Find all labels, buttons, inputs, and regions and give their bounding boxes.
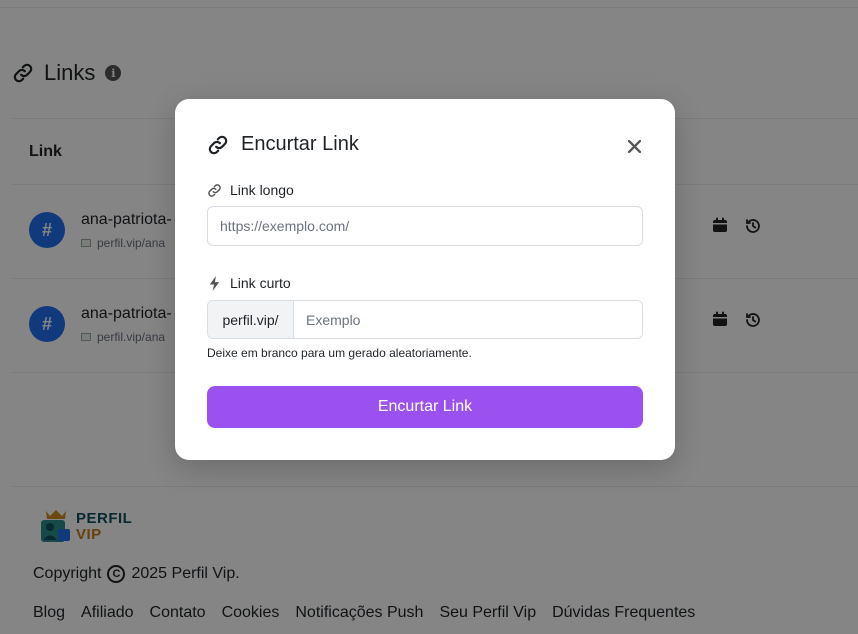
close-icon — [627, 139, 641, 153]
long-link-label-text: Link longo — [230, 182, 294, 198]
short-link-help-text: Deixe em branco para um gerado aleatoria… — [207, 346, 472, 360]
close-button[interactable] — [625, 137, 643, 155]
short-link-label-text: Link curto — [230, 275, 291, 291]
link-icon — [207, 183, 222, 198]
long-link-input[interactable] — [207, 206, 643, 246]
link-icon — [207, 134, 229, 156]
short-link-group: perfil.vip/ — [207, 300, 643, 339]
short-link-label: Link curto — [207, 275, 291, 291]
shorten-link-modal: Encurtar Link Link longo Link curto perf… — [175, 99, 675, 460]
long-link-label: Link longo — [207, 182, 294, 198]
modal-title: Encurtar Link — [241, 133, 359, 155]
bolt-icon — [207, 275, 222, 291]
shorten-link-button[interactable]: Encurtar Link — [207, 386, 643, 428]
modal-header: Encurtar Link — [207, 133, 359, 156]
short-link-input[interactable] — [294, 301, 642, 338]
short-link-prefix: perfil.vip/ — [208, 301, 294, 338]
